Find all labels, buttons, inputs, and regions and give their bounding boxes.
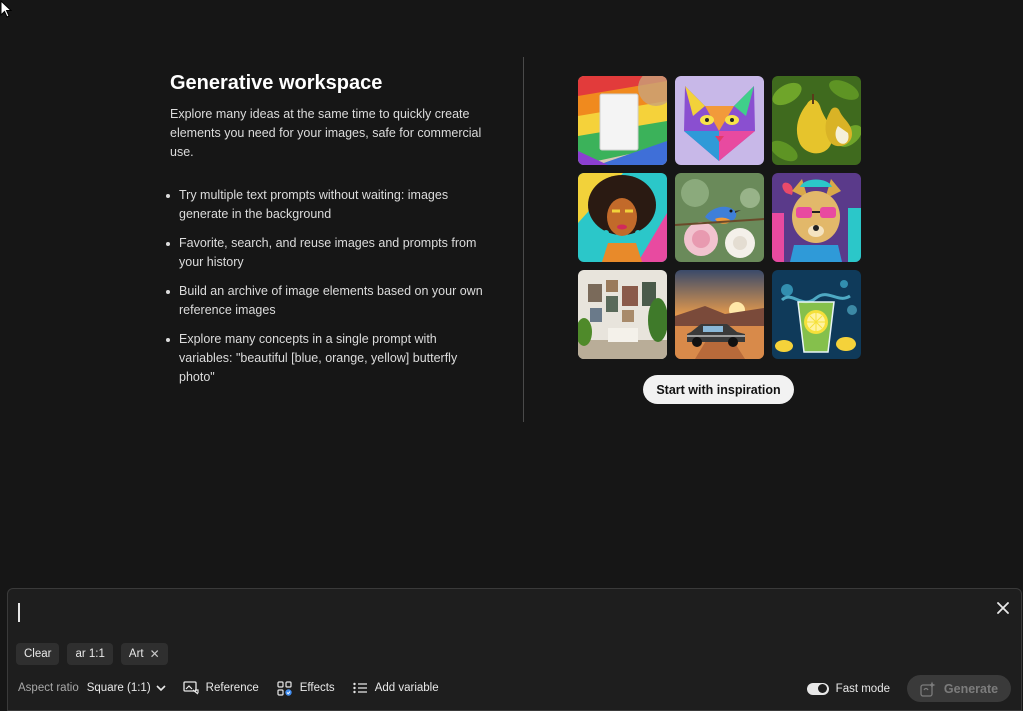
prompt-input[interactable] [18,599,978,625]
clear-chip-button[interactable]: Clear [16,643,60,665]
lemonade-splash-image[interactable] [772,270,861,359]
feature-item: Explore many concepts in a single prompt… [166,330,490,387]
add-variable-button[interactable]: Add variable [352,682,439,694]
aspect-ratio-chip[interactable]: ar 1:1 [67,643,113,665]
close-icon [997,602,1009,614]
aspect-chip-label: ar 1:1 [75,648,105,660]
text-caret [18,602,20,622]
page-title: Generative workspace [170,72,383,94]
gallery-room-image[interactable] [578,270,667,359]
start-with-inspiration-button[interactable]: Start with inspiration [643,375,794,404]
fast-mode-toggle[interactable]: Fast mode [806,682,890,695]
remove-chip-icon[interactable]: ✕ [150,647,160,661]
feature-item: Build an archive of image elements based… [166,282,490,320]
reference-icon [183,681,199,695]
dog-sunglasses-image[interactable] [772,173,861,262]
prompt-panel: Clear ar 1:1 Art ✕ Aspect ratio Square (… [7,588,1022,711]
aspect-ratio-label: Aspect ratio [18,682,79,694]
geometric-cat-image[interactable] [675,76,764,165]
art-chip-label: Art [128,648,144,660]
vintage-car-sunset-image[interactable] [675,270,764,359]
feature-list: Try multiple text prompts without waitin… [166,186,490,387]
aspect-ratio-value: Square (1:1) [86,682,151,694]
prompt-chips: Clear ar 1:1 Art ✕ [16,643,168,665]
art-style-chip[interactable]: Art ✕ [120,643,168,665]
vertical-divider [523,57,524,422]
portrait-woman-image[interactable] [578,173,667,262]
feature-item: Favorite, search, and reuse images and p… [166,234,490,272]
generate-label: Generate [943,681,999,696]
clear-label: Clear [24,648,52,660]
close-panel-button[interactable] [994,599,1012,617]
mouse-cursor-icon [0,0,12,18]
reference-label: Reference [205,682,259,694]
add-variable-label: Add variable [374,682,439,694]
inspiration-grid [578,76,861,359]
feature-item: Try multiple text prompts without waitin… [166,186,490,224]
generate-controls: Fast mode Generate [806,675,1011,702]
reference-button[interactable]: Reference [183,681,259,695]
toggle-switch[interactable] [806,682,829,695]
chevron-down-icon [156,684,166,691]
fast-mode-label: Fast mode [835,682,890,695]
pears-image[interactable] [772,76,861,165]
effects-label: Effects [299,682,335,694]
generate-button[interactable]: Generate [907,675,1011,702]
fabric-swatches-image[interactable] [578,76,667,165]
generate-sparkle-icon [920,681,936,697]
list-icon [352,682,367,694]
toggle-knob [818,684,828,693]
effects-icon [277,680,292,696]
prompt-toolbar: Aspect ratio Square (1:1) Reference Effe… [18,677,457,699]
bird-roses-image[interactable] [675,173,764,262]
intro-section: Generative workspace Explore many ideas … [166,70,490,397]
intro-subtitle: Explore many ideas at the same time to q… [170,107,482,159]
aspect-ratio-dropdown[interactable]: Square (1:1) [87,682,166,694]
effects-button[interactable]: Effects [277,680,335,696]
